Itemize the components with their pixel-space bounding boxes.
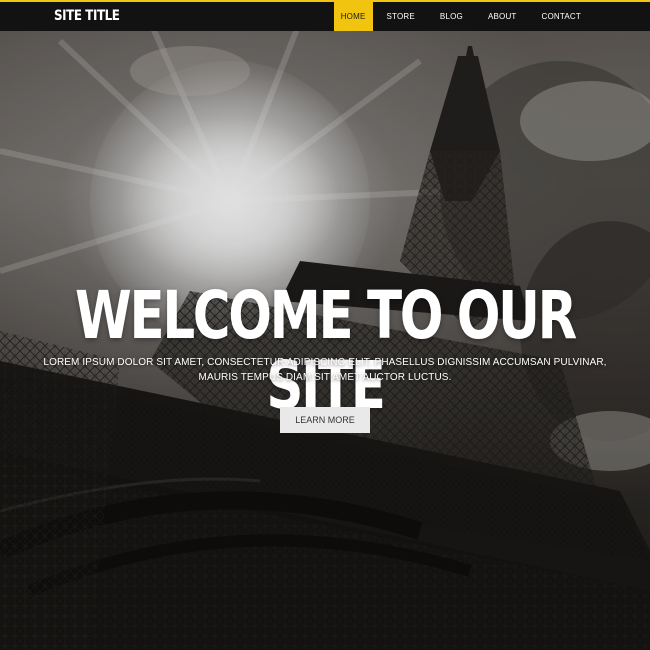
nav-item-contact[interactable]: CONTACT xyxy=(531,2,592,31)
nav-item-store[interactable]: STORE xyxy=(376,2,426,31)
hero-subtitle-line-2: MAURIS TEMPUS DIAM SIT AMET AUCTOR LUCTU… xyxy=(198,372,452,383)
nav-item-home[interactable]: HOME xyxy=(333,2,373,31)
hero-subtitle: LOREM IPSUM DOLOR SIT AMET, CONSECTETUR … xyxy=(40,355,610,385)
main-nav: HOME STORE BLOG ABOUT CONTACT xyxy=(333,2,592,31)
nav-item-blog[interactable]: BLOG xyxy=(429,2,474,31)
hero-section: WELCOME TO OUR SITE LOREM IPSUM DOLOR SI… xyxy=(0,31,650,650)
hero-title: WELCOME TO OUR SITE xyxy=(75,277,577,424)
navbar: SITE TITLE HOME STORE BLOG ABOUT CONTACT xyxy=(0,2,650,31)
learn-more-button[interactable]: LEARN MORE xyxy=(280,407,370,433)
site-title[interactable]: SITE TITLE xyxy=(54,2,120,31)
nav-item-about[interactable]: ABOUT xyxy=(477,2,528,31)
hero-subtitle-line-1: LOREM IPSUM DOLOR SIT AMET, CONSECTETUR … xyxy=(43,357,607,368)
